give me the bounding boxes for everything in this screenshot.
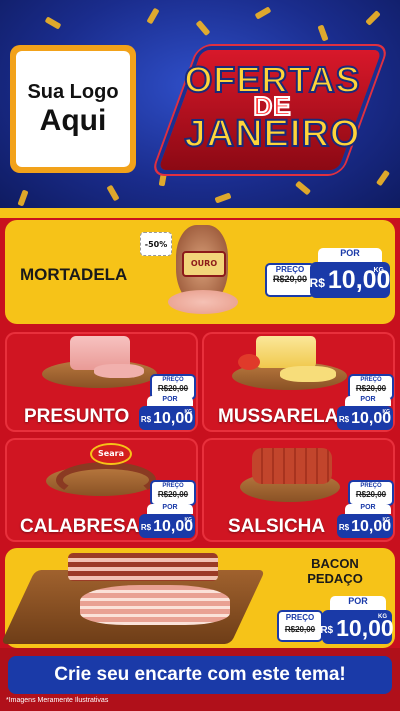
old-price-box: PREÇO R$20,00 [265, 263, 315, 297]
product-name: BACON PEDAÇO [307, 556, 363, 586]
calabresa-image [56, 462, 156, 498]
new-price-box: R$ 10,00 KG [139, 514, 195, 538]
por-label: POR [318, 248, 382, 262]
brand-label: OURO [182, 251, 226, 277]
logo-text-line2: Aqui [39, 103, 107, 137]
new-price-box: R$ 10,00 KG [320, 610, 394, 644]
product-name: PRESUNTO [24, 406, 130, 427]
new-price-box: R$ 10,00 KG [337, 514, 393, 538]
new-price-box: R$ 10,00 KG [310, 262, 390, 298]
product-name: CALABRESA [20, 516, 140, 537]
cta-button[interactable]: Crie seu encarte com este tema! [8, 656, 392, 694]
product-name: MUSSARELA [218, 406, 339, 427]
logo-text-line1: Sua Logo [27, 80, 119, 103]
product-name: SALSICHA [228, 516, 326, 537]
salsicha-image [252, 448, 332, 484]
mussarela-image [256, 336, 316, 368]
new-price-box: R$ 10,00 KG [139, 406, 195, 430]
brand-label: Seara [90, 443, 132, 465]
logo-placeholder: Sua Logo Aqui [10, 45, 136, 173]
discount-badge: -50% [140, 232, 172, 256]
promo-title: OFERTAS DE JANEIRO [150, 45, 395, 175]
bacon-image [68, 553, 218, 581]
disclaimer-text: *Imagens Meramente Ilustrativas [6, 697, 109, 704]
title-line3: JANEIRO [184, 112, 361, 156]
product-name: MORTADELA [20, 265, 128, 284]
new-price-box: R$ 10,00 KG [337, 406, 393, 430]
